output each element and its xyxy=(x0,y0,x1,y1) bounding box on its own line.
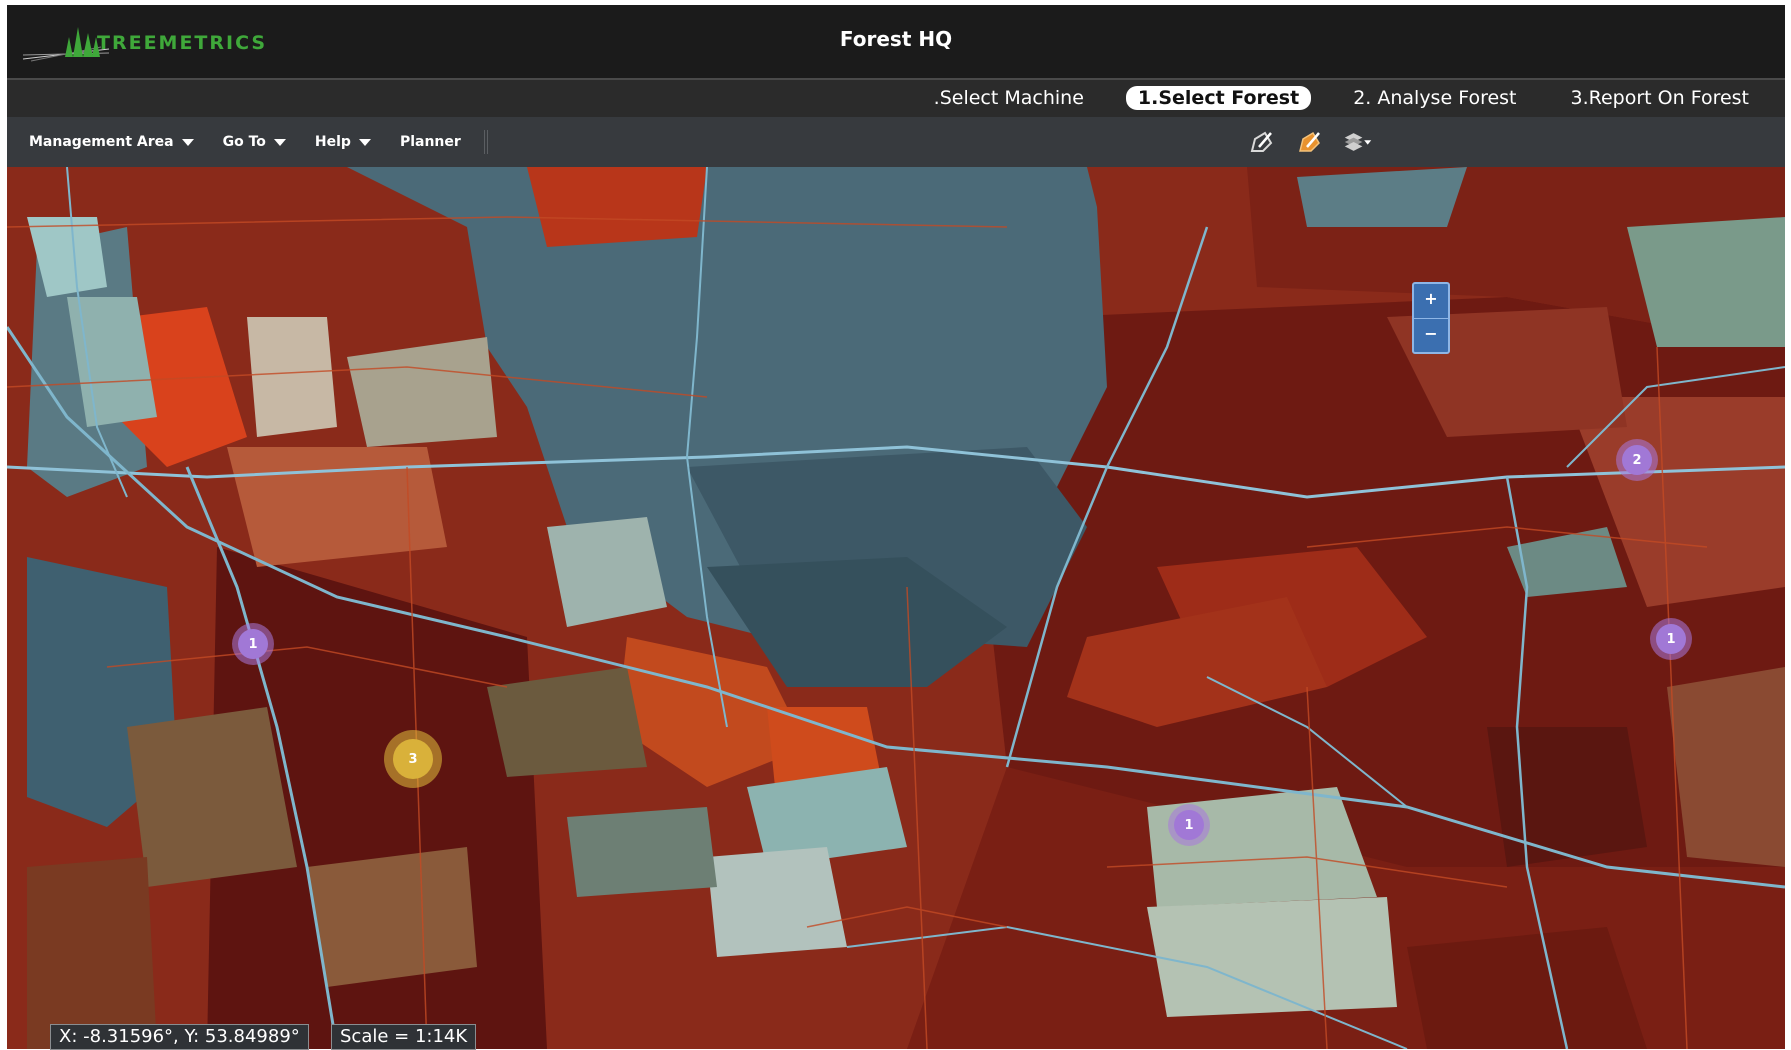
header-bar: TREEMETRICS Forest HQ xyxy=(7,5,1785,80)
menu-help-label: Help xyxy=(314,134,351,150)
draw-polygon-icon xyxy=(1250,131,1273,152)
cluster-marker[interactable]: 1 xyxy=(1168,804,1210,846)
cluster-count: 1 xyxy=(1174,810,1204,840)
chevron-down-icon xyxy=(358,138,371,146)
cluster-count: 3 xyxy=(393,739,433,779)
toolbar-divider xyxy=(483,130,485,154)
cluster-count: 1 xyxy=(238,629,268,659)
cluster-marker[interactable]: 1 xyxy=(1650,618,1692,660)
layers-icon xyxy=(1344,133,1372,151)
menu-bar: Management Area Go To Help Planner xyxy=(29,117,488,167)
cluster-marker[interactable]: 1 xyxy=(232,623,274,665)
step-select-forest[interactable]: 1.Select Forest xyxy=(1125,86,1312,110)
workflow-steps: .Select Machine 1.Select Forest 2. Analy… xyxy=(922,86,1761,110)
toolbar-divider xyxy=(486,130,488,154)
map-tools xyxy=(1247,127,1373,157)
cursor-coordinates: X: -8.31596°, Y: 53.84989° xyxy=(50,1024,309,1050)
zoom-out-button[interactable]: − xyxy=(1414,317,1448,353)
map-scale: Scale = 1:14K xyxy=(331,1024,477,1050)
edit-polygon-button[interactable] xyxy=(1295,127,1325,157)
zoom-control: + − xyxy=(1412,282,1450,354)
layers-button[interactable] xyxy=(1343,127,1373,157)
chevron-down-icon xyxy=(273,138,286,146)
menu-help[interactable]: Help xyxy=(315,134,371,150)
cluster-marker[interactable]: 2 xyxy=(1616,439,1658,481)
page-title: Forest HQ xyxy=(839,27,953,51)
map-toolbar: Management Area Go To Help Planner xyxy=(7,117,1785,167)
step-select-machine[interactable]: .Select Machine xyxy=(922,86,1096,110)
satellite-imagery xyxy=(7,167,1785,1049)
menu-planner-label: Planner xyxy=(399,134,461,150)
draw-polygon-button[interactable] xyxy=(1247,127,1277,157)
cluster-marker[interactable]: 3 xyxy=(384,730,442,788)
map-canvas[interactable]: + − 1 3 1 2 1 xyxy=(7,167,1785,1049)
menu-planner[interactable]: Planner xyxy=(400,134,461,150)
cluster-count: 1 xyxy=(1656,624,1686,654)
cluster-count: 2 xyxy=(1622,445,1652,475)
edit-polygon-icon xyxy=(1299,131,1320,152)
app-window: TREEMETRICS Forest HQ .Select Machine 1.… xyxy=(7,5,1785,1049)
step-analyse-forest[interactable]: 2. Analyse Forest xyxy=(1341,86,1528,110)
chevron-down-icon xyxy=(181,138,194,146)
workflow-steps-bar: .Select Machine 1.Select Forest 2. Analy… xyxy=(7,80,1785,117)
menu-go-to-label: Go To xyxy=(222,134,266,150)
menu-management-area[interactable]: Management Area xyxy=(29,134,194,150)
zoom-in-button[interactable]: + xyxy=(1414,284,1448,318)
menu-management-area-label: Management Area xyxy=(29,134,174,150)
step-report-on-forest[interactable]: 3.Report On Forest xyxy=(1559,86,1762,110)
menu-go-to[interactable]: Go To xyxy=(223,134,286,150)
